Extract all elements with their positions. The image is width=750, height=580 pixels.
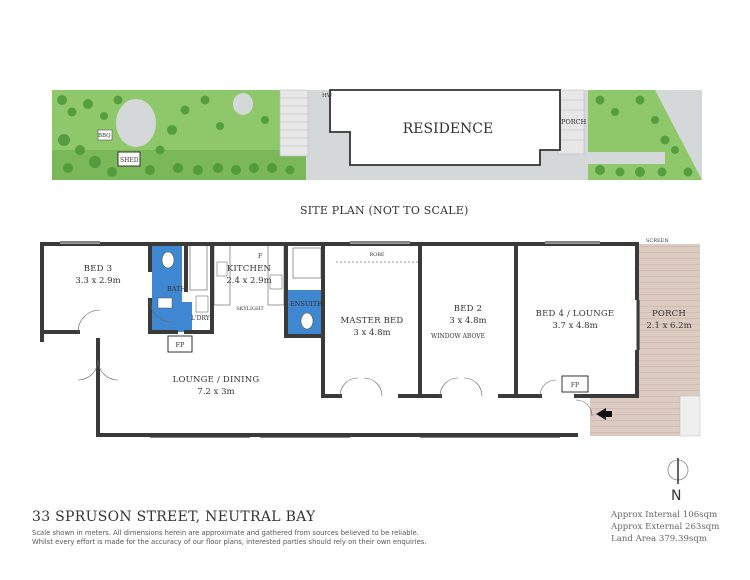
porch-entry-floor xyxy=(590,396,637,436)
ensuite-toilet xyxy=(300,312,314,330)
vanity xyxy=(157,297,173,309)
windows xyxy=(60,240,640,438)
north-arrow-icon xyxy=(667,458,689,484)
porch-size: 2.1 x 6.2m xyxy=(646,321,691,331)
shed-label: SHED xyxy=(120,157,139,164)
land-area: Land Area 379.39sqm xyxy=(611,534,707,544)
floor-plan-drawing: HW RESIDENCE PORCH BBQ SHED BED 3 3.3 x … xyxy=(40,89,702,484)
bed2-size: 3 x 4.8m xyxy=(449,316,486,326)
paved-circle xyxy=(116,99,156,147)
disclaimer-line-2: Whilst every effort is made for the accu… xyxy=(32,538,427,546)
site-plan-caption: SITE PLAN (NOT TO SCALE) xyxy=(300,204,469,217)
porch-name: PORCH xyxy=(652,309,686,319)
stove xyxy=(269,274,283,290)
site-plan: HW RESIDENCE PORCH BBQ SHED xyxy=(52,89,702,180)
fireplace-bed4-label: FP xyxy=(571,382,579,389)
walls xyxy=(40,242,639,437)
north-letter: N xyxy=(671,488,682,504)
laundry-tub xyxy=(195,295,209,313)
toilet xyxy=(161,251,175,269)
floor-plan: BED 3 3.3 x 2.9m BATH L'DRY KITCHEN 2.4 … xyxy=(40,238,701,438)
shower xyxy=(292,247,322,279)
bed4-name: BED 4 / LOUNGE xyxy=(536,309,615,319)
master-size: 3 x 4.8m xyxy=(353,328,390,338)
fireplace-lounge-label: FP xyxy=(176,341,186,349)
robe-label: ROBE xyxy=(369,252,385,258)
kitchen-sink xyxy=(216,261,228,277)
lounge-size: 7.2 x 3m xyxy=(197,387,234,397)
ldry-name: L'DRY xyxy=(191,315,211,322)
kitchen-size: 2.4 x 2.9m xyxy=(226,276,271,286)
disclaimer-line-1: Scale shown in meters. All dimensions he… xyxy=(32,529,419,537)
bath-name: BATH xyxy=(167,285,186,293)
paved-circle-small xyxy=(233,93,253,115)
residence-label: RESIDENCE xyxy=(403,121,494,137)
property-address: 33 SPRUSON STREET, NEUTRAL BAY xyxy=(32,509,316,525)
bathtub xyxy=(189,244,208,291)
kitchen-name: KITCHEN xyxy=(227,264,272,274)
external-area: Approx External 263sqm xyxy=(611,522,720,532)
front-paving xyxy=(575,152,665,164)
bbq-label: BBQ xyxy=(98,133,111,139)
ensuite-name: ENSUITE xyxy=(290,300,322,308)
site-porch-label: PORCH xyxy=(561,118,587,126)
hw-label: HW xyxy=(322,93,333,99)
fridge-label: F xyxy=(258,253,262,260)
master-name: MASTER BED xyxy=(341,316,404,326)
porch-steps xyxy=(679,395,701,437)
bed3-size: 3.3 x 2.9m xyxy=(75,276,120,286)
internal-area: Approx Internal 106sqm xyxy=(611,510,718,520)
skylight-label: SKYLIGHT xyxy=(236,306,264,312)
bed3-name: BED 3 xyxy=(84,264,112,274)
bed4-size: 3.7 x 4.8m xyxy=(552,321,597,331)
lounge-name: LOUNGE / DINING xyxy=(173,375,260,385)
window-above-label: WINDOW ABOVE xyxy=(431,333,485,340)
screen-label: SCREEN xyxy=(646,238,669,244)
area-summary: Approx Internal 106sqm Approx External 2… xyxy=(611,509,719,545)
bed2-name: BED 2 xyxy=(454,304,482,314)
